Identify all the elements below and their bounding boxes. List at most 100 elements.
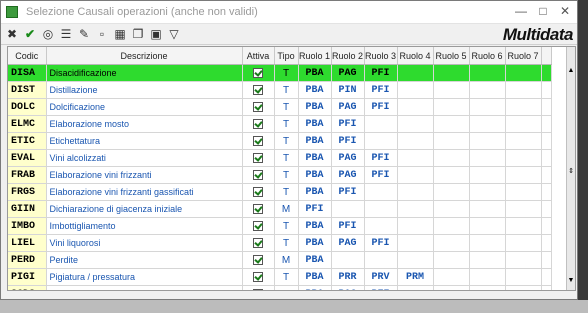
- scroll-down-icon[interactable]: ▼: [567, 277, 575, 284]
- tipo-cell[interactable]: T: [274, 64, 299, 82]
- ruolo-3-cell[interactable]: [364, 217, 398, 235]
- description-cell[interactable]: Distillazione: [46, 81, 243, 99]
- ruolo-4-cell[interactable]: [397, 132, 434, 150]
- ruolo-1-cell[interactable]: PBA: [298, 183, 332, 201]
- header-ruolo-7[interactable]: Ruolo 7: [505, 47, 542, 65]
- code-cell[interactable]: PIGI: [8, 268, 47, 286]
- ruolo-5-cell[interactable]: [433, 285, 470, 290]
- code-cell[interactable]: FRGS: [8, 183, 47, 201]
- ruolo-1-cell[interactable]: PBA: [298, 64, 332, 82]
- ruolo-3-cell[interactable]: [364, 115, 398, 133]
- ruolo-7-cell[interactable]: [505, 251, 542, 269]
- code-cell[interactable]: DOLC: [8, 98, 47, 116]
- header-codice[interactable]: Codic: [8, 47, 47, 65]
- description-cell[interactable]: Elaborazione vini frizzanti: [46, 166, 243, 184]
- ruolo-3-cell[interactable]: PFI: [364, 285, 398, 290]
- table-row[interactable]: LIEL Vini liquorosi T PBA PAG PFI: [8, 234, 552, 252]
- table-row[interactable]: GIIN Dichiarazione di giacenza iniziale M P…: [8, 200, 552, 218]
- active-cell[interactable]: [242, 217, 275, 235]
- active-cell[interactable]: [242, 149, 275, 167]
- ruolo-2-cell[interactable]: PFI: [331, 183, 365, 201]
- ruolo-6-cell[interactable]: [469, 217, 506, 235]
- code-cell[interactable]: DISA: [8, 64, 47, 82]
- ruolo-1-cell[interactable]: PBA: [298, 149, 332, 167]
- tipo-cell[interactable]: T: [274, 268, 299, 286]
- header-ruolo-3[interactable]: Ruolo 3: [364, 47, 398, 65]
- ruolo-1-cell[interactable]: PBA: [298, 98, 332, 116]
- ruolo-2-cell[interactable]: PAG: [331, 234, 365, 252]
- tipo-cell[interactable]: T: [274, 166, 299, 184]
- ruolo-6-cell[interactable]: [469, 285, 506, 290]
- tipo-cell[interactable]: M: [274, 200, 299, 218]
- table-row[interactable]: DISA Disacidificazione T PBA PAG PFI: [8, 64, 552, 82]
- ruolo-3-cell[interactable]: PFI: [364, 81, 398, 99]
- ruolo-6-cell[interactable]: [469, 149, 506, 167]
- minimize-button[interactable]: —: [513, 3, 529, 19]
- layers-icon[interactable]: ☰: [58, 26, 74, 42]
- active-cell[interactable]: [242, 234, 275, 252]
- description-cell[interactable]: Perdite: [46, 251, 243, 269]
- code-cell[interactable]: EVAL: [8, 149, 47, 167]
- ruolo-2-cell[interactable]: PFI: [331, 115, 365, 133]
- table-row[interactable]: FRGS Elaborazione vini frizzanti gassific…: [8, 183, 552, 201]
- ruolo-3-cell[interactable]: PRV: [364, 268, 398, 286]
- description-cell[interactable]: Vini liquorosi: [46, 234, 243, 252]
- ruolo-1-cell[interactable]: PBA: [298, 285, 332, 290]
- ruolo-7-cell[interactable]: [505, 115, 542, 133]
- tipo-cell[interactable]: M: [274, 251, 299, 269]
- page-icon[interactable]: ▫: [94, 26, 110, 42]
- ruolo-4-cell[interactable]: [397, 217, 434, 235]
- ruolo-4-cell[interactable]: [397, 234, 434, 252]
- ruolo-2-cell[interactable]: PFI: [331, 132, 365, 150]
- tipo-cell[interactable]: T: [274, 115, 299, 133]
- ruolo-5-cell[interactable]: [433, 200, 470, 218]
- code-cell[interactable]: GIIN: [8, 200, 47, 218]
- ruolo-7-cell[interactable]: [505, 166, 542, 184]
- table-row[interactable]: PERD Perdite M PBA: [8, 251, 552, 269]
- table-row[interactable]: DOLC Dolcificazione T PBA PAG PFI: [8, 98, 552, 116]
- active-checkbox[interactable]: [253, 255, 263, 266]
- ruolo-4-cell[interactable]: PRM: [397, 268, 434, 286]
- active-checkbox[interactable]: [253, 68, 263, 79]
- ruolo-7-cell[interactable]: [505, 132, 542, 150]
- tipo-cell[interactable]: T: [274, 98, 299, 116]
- code-cell[interactable]: IMBO: [8, 217, 47, 235]
- code-cell[interactable]: ELMC: [8, 115, 47, 133]
- ruolo-6-cell[interactable]: [469, 200, 506, 218]
- ruolo-4-cell[interactable]: [397, 200, 434, 218]
- ruolo-5-cell[interactable]: [433, 251, 470, 269]
- tipo-cell[interactable]: T: [274, 81, 299, 99]
- active-checkbox[interactable]: [253, 170, 263, 181]
- copy-icon[interactable]: ❐: [130, 26, 146, 42]
- ruolo-4-cell[interactable]: [397, 64, 434, 82]
- active-cell[interactable]: [242, 183, 275, 201]
- active-cell[interactable]: [242, 115, 275, 133]
- ruolo-4-cell[interactable]: [397, 98, 434, 116]
- ruolo-5-cell[interactable]: [433, 166, 470, 184]
- description-cell[interactable]: Vini alcolizzati: [46, 149, 243, 167]
- ruolo-2-cell[interactable]: PRR: [331, 268, 365, 286]
- filter-icon[interactable]: ▽: [166, 26, 182, 42]
- code-cell[interactable]: DIST: [8, 81, 47, 99]
- scroll-thumb-icon[interactable]: ⇕: [567, 167, 575, 175]
- description-cell[interactable]: Aggiunta sciroppo di dosaggio: [46, 285, 243, 290]
- ruolo-7-cell[interactable]: [505, 268, 542, 286]
- close-icon[interactable]: ✖: [4, 26, 20, 42]
- ruolo-1-cell[interactable]: PBA: [298, 132, 332, 150]
- ruolo-3-cell[interactable]: PFI: [364, 234, 398, 252]
- ruolo-4-cell[interactable]: [397, 251, 434, 269]
- ruolo-4-cell[interactable]: [397, 149, 434, 167]
- ruolo-1-cell[interactable]: PFI: [298, 200, 332, 218]
- ruolo-7-cell[interactable]: [505, 234, 542, 252]
- ruolo-6-cell[interactable]: [469, 64, 506, 82]
- description-cell[interactable]: Elaborazione vini frizzanti gassificati: [46, 183, 243, 201]
- description-cell[interactable]: Dichiarazione di giacenza iniziale: [46, 200, 243, 218]
- header-ruolo-2[interactable]: Ruolo 2: [331, 47, 365, 65]
- ruolo-1-cell[interactable]: PBA: [298, 251, 332, 269]
- ruolo-5-cell[interactable]: [433, 98, 470, 116]
- active-cell[interactable]: [242, 64, 275, 82]
- ruolo-5-cell[interactable]: [433, 64, 470, 82]
- active-checkbox[interactable]: [253, 119, 263, 130]
- ruolo-5-cell[interactable]: [433, 183, 470, 201]
- active-cell[interactable]: [242, 251, 275, 269]
